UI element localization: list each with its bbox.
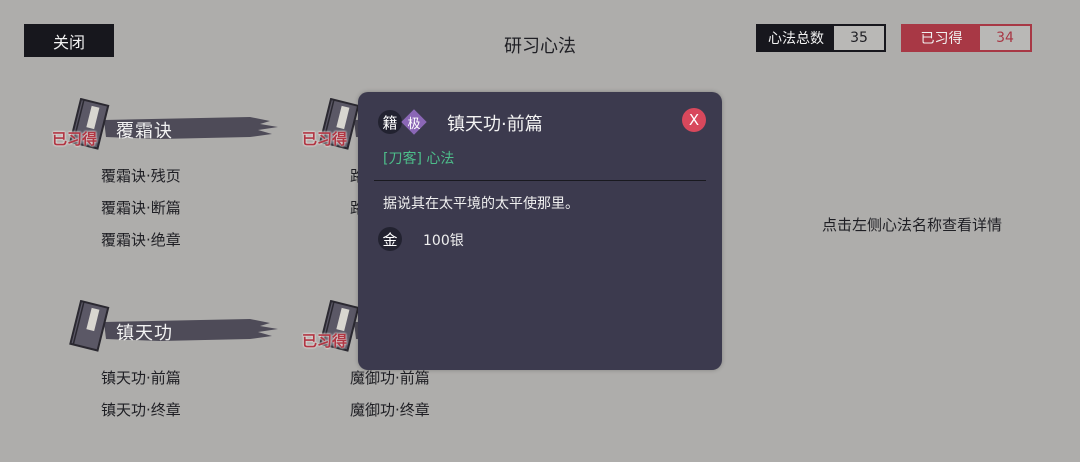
gold-coin-icon: 金 [378, 227, 402, 251]
acquired-badge: 已习得 [302, 130, 348, 148]
divider [374, 180, 706, 181]
total-count-box: 心法总数 35 [756, 24, 886, 52]
skill-detail-popup: 籍 极 镇天功·前篇 X [刀客] 心法 据说其在太平境的太平使那里。 金 10… [358, 92, 722, 370]
total-count-label: 心法总数 [758, 26, 834, 50]
manual-type-icon: 籍 [378, 110, 402, 134]
skill-group-header: 镇天功 [50, 300, 278, 360]
popup-description: 据说其在太平境的太平使那里。 [383, 196, 579, 212]
grade-label: 极 [407, 116, 421, 132]
skill-group-name: 镇天功 [116, 323, 173, 344]
detail-hint: 点击左侧心法名称查看详情 [822, 216, 1003, 234]
skill-item[interactable]: 覆霜诀·绝章 [101, 229, 181, 250]
acquired-count-label: 已习得 [903, 26, 980, 50]
acquired-count-box: 已习得 34 [901, 24, 1032, 52]
acquired-count-value: 34 [980, 26, 1030, 50]
skill-item[interactable]: 镇天功·终章 [101, 399, 181, 420]
popup-price: 100银 [423, 233, 464, 249]
total-count-value: 35 [834, 26, 884, 50]
popup-title: 镇天功·前篇 [447, 114, 543, 135]
skill-item[interactable]: 魔御功·前篇 [350, 367, 430, 388]
popup-close-button[interactable]: X [682, 108, 706, 132]
skill-group-header: 覆霜诀 已习得 [50, 98, 278, 158]
skill-item[interactable]: 魔御功·终章 [350, 399, 430, 420]
book-icon [69, 300, 110, 352]
skill-item[interactable]: 镇天功·前篇 [101, 367, 181, 388]
skill-item[interactable]: 覆霜诀·残页 [101, 165, 181, 186]
skill-item[interactable]: 覆霜诀·断篇 [101, 197, 181, 218]
acquired-badge: 已习得 [302, 332, 348, 350]
popup-tags: [刀客] 心法 [383, 151, 455, 167]
acquired-badge: 已习得 [52, 130, 98, 148]
grade-icon: 极 [401, 109, 427, 135]
skill-group-name: 覆霜诀 [116, 121, 173, 142]
